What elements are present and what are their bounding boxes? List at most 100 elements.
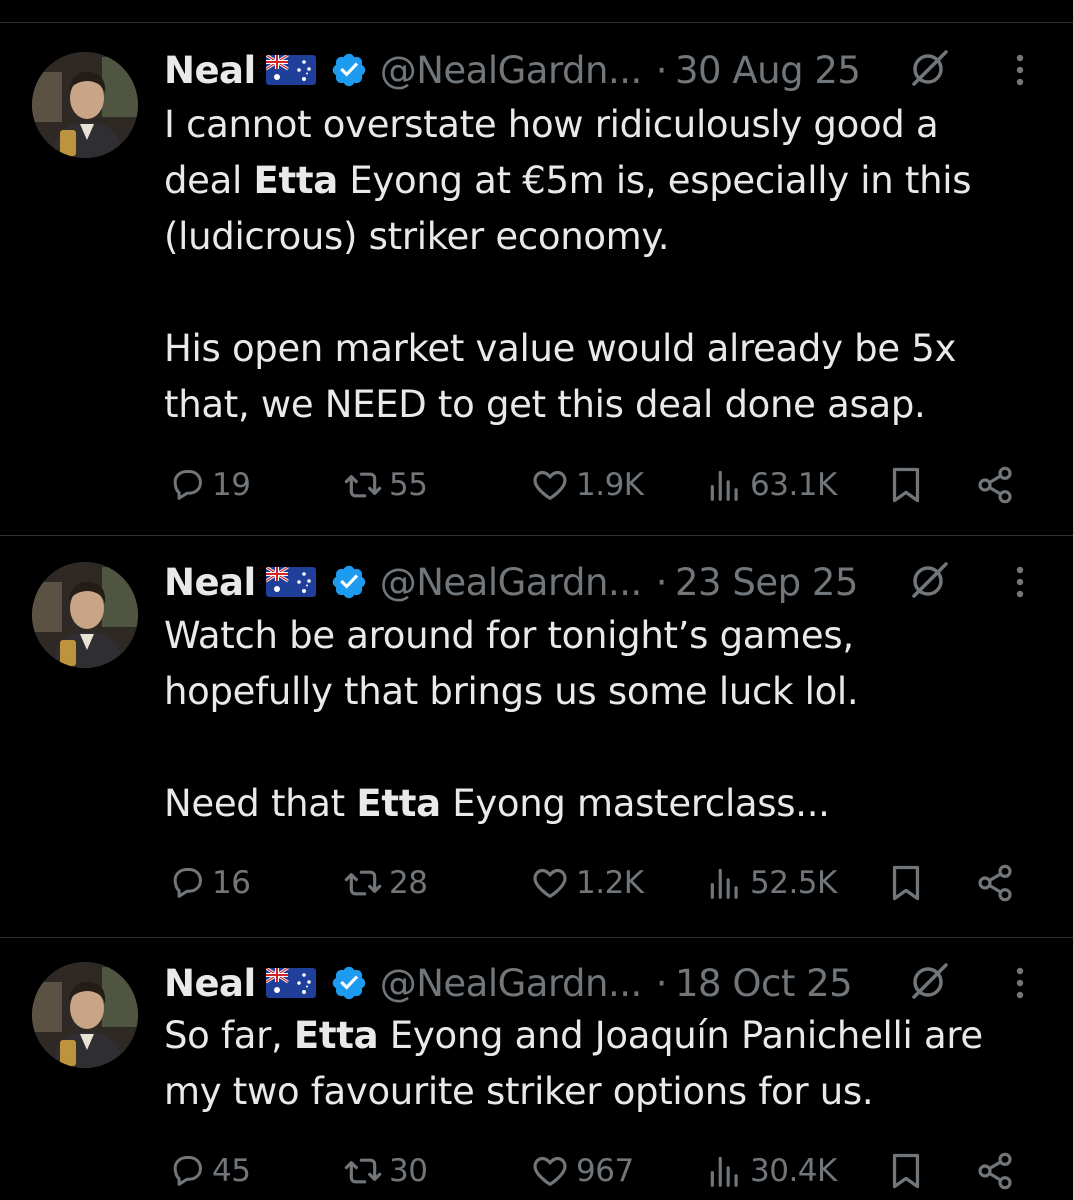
author-handle[interactable]: @NealGardn... [380,561,643,604]
grok-icon[interactable] [908,46,952,90]
like-count: 1.9K [576,467,644,503]
tweet-text-line [164,720,1044,776]
heart-icon [530,465,570,505]
repost-button[interactable]: 28 [343,858,428,908]
tweet-text-line: deal Etta Eyong at €5m is, especially in… [164,153,1044,209]
tweet-header: Neal @NealGardn... · 23 Sep 25 [164,558,858,606]
tweet-feed: Neal @NealGardn... · 30 Aug 25 I cannot over… [0,0,1073,1200]
tweet-date[interactable]: 18 Oct 25 [675,962,853,1005]
tweet-text-segment: my two favourite striker options for us. [164,1070,874,1113]
share-icon [975,465,1015,505]
reply-count: 19 [212,467,251,503]
avatar[interactable] [32,562,138,668]
bookmark-icon [888,863,924,903]
views-count: 63.1K [750,467,837,503]
tweet-text-line: Watch be around for tonight’s games, [164,608,1044,664]
author-name[interactable]: Neal [164,962,256,1005]
share-button[interactable] [975,1146,1015,1196]
repost-icon [343,465,383,505]
views-button[interactable]: 63.1K [706,460,837,510]
highlighted-term: Etta [293,1014,379,1057]
avatar[interactable] [32,52,138,158]
divider [0,937,1073,938]
tweet-text-segment: hopefully that brings us some luck lol. [164,670,859,713]
tweet-header: Neal @NealGardn... · 30 Aug 25 [164,46,861,94]
like-count: 1.2K [576,865,644,901]
avatar[interactable] [32,962,138,1068]
bookmark-button[interactable] [888,858,924,908]
more-options-icon[interactable] [1010,560,1030,604]
more-options-icon[interactable] [1010,48,1030,92]
australia-flag-icon [265,567,316,597]
reply-icon [168,864,206,902]
tweet-text-segment: Eyong masterclass... [440,782,830,825]
share-icon [975,863,1015,903]
views-count: 52.5K [750,865,837,901]
tweet-text-segment: His open market value would already be 5… [164,327,957,370]
grok-icon[interactable] [908,959,952,1003]
tweet-date[interactable]: 30 Aug 25 [675,49,861,92]
views-button[interactable]: 30.4K [706,1146,837,1196]
views-icon [706,466,744,504]
bookmark-icon [888,1151,924,1191]
bookmark-icon [888,465,924,505]
tweet-date[interactable]: 23 Sep 25 [675,561,858,604]
like-count: 967 [576,1153,634,1189]
tweet-text-line: I cannot overstate how ridiculously good… [164,97,1044,153]
reply-button[interactable]: 19 [168,460,251,510]
reply-button[interactable]: 45 [168,1146,251,1196]
views-button[interactable]: 52.5K [706,858,837,908]
verified-badge-icon [330,563,368,601]
author-handle[interactable]: @NealGardn... [380,962,643,1005]
repost-icon [343,1151,383,1191]
repost-button[interactable]: 30 [343,1146,428,1196]
tweet-text-line: that, we NEED to get this deal done asap… [164,377,1044,433]
like-button[interactable]: 1.2K [530,858,644,908]
repost-button[interactable]: 55 [343,460,428,510]
views-icon [706,864,744,902]
reply-count: 16 [212,865,251,901]
tweet-text: Watch be around for tonight’s games, hope… [164,608,1044,832]
tweet-text-segment: (ludicrous) striker economy. [164,215,670,258]
verified-badge-icon [330,964,368,1002]
tweet-text-segment: Watch be around for tonight’s games, [164,614,854,657]
tweet-text-line: Need that Etta Eyong masterclass... [164,776,1044,832]
tweet-text-segment: that, we NEED to get this deal done asap… [164,383,926,426]
separator-dot: · [655,560,668,604]
reply-count: 45 [212,1153,251,1189]
verified-badge-icon [330,51,368,89]
tweet-text-line: His open market value would already be 5… [164,321,1044,377]
more-options-icon[interactable] [1010,961,1030,1005]
like-button[interactable]: 1.9K [530,460,644,510]
tweet: Neal @NealGardn... · 23 Sep 25 Watch be arou… [0,0,1073,1200]
separator-dot: · [655,48,668,92]
tweet-text: I cannot overstate how ridiculously good… [164,97,1044,433]
author-name[interactable]: Neal [164,561,256,604]
tweet-text-segment: Eyong and Joaquín Panichelli are [378,1014,983,1057]
author-handle[interactable]: @NealGardn... [380,49,643,92]
action-bar: 45 30 967 30.4K [0,1146,1073,1196]
heart-icon [530,1151,570,1191]
grok-icon[interactable] [908,558,952,602]
separator-dot: · [655,961,668,1005]
tweet-header: Neal @NealGardn... · 18 Oct 25 [164,959,853,1007]
views-icon [706,1152,744,1190]
author-name[interactable]: Neal [164,49,256,92]
heart-icon [530,863,570,903]
tweet-text-segment: Need that [164,782,357,825]
reply-icon [168,1152,206,1190]
reply-button[interactable]: 16 [168,858,251,908]
bookmark-button[interactable] [888,1146,924,1196]
share-button[interactable] [975,460,1015,510]
tweet-text-line: hopefully that brings us some luck lol. [164,664,1044,720]
highlighted-term: Etta [253,159,338,202]
tweet-text: So far, Etta Eyong and Joaquín Panichell… [164,1008,1044,1120]
divider [0,535,1073,536]
like-button[interactable]: 967 [530,1146,634,1196]
repost-count: 28 [389,865,428,901]
share-button[interactable] [975,858,1015,908]
repost-count: 30 [389,1153,428,1189]
bookmark-button[interactable] [888,460,924,510]
views-count: 30.4K [750,1153,837,1189]
action-bar: 19 55 1.9K 63.1K [0,460,1073,510]
